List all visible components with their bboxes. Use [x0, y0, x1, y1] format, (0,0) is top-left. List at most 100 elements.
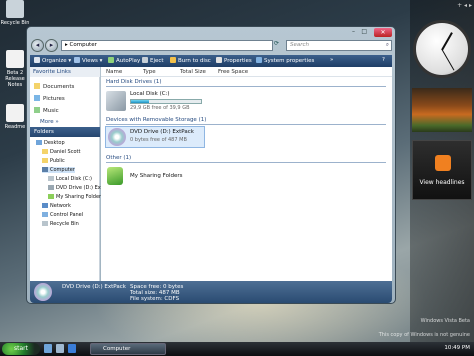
- address-bar[interactable]: ▸ Computer: [61, 40, 273, 51]
- sharing-folder-label[interactable]: My Sharing Folders: [130, 173, 182, 179]
- eject-button[interactable]: Eject: [142, 57, 164, 64]
- properties-button[interactable]: Properties: [216, 57, 252, 64]
- command-bar: Organize ▾ Views ▾ AutoPlay Eject Burn t…: [30, 55, 392, 67]
- sharing-folder-icon: [107, 167, 123, 185]
- tree-item-public[interactable]: Public: [42, 158, 65, 164]
- tree-item-network[interactable]: Network: [42, 203, 71, 209]
- taskbar-item-computer[interactable]: Computer: [90, 343, 166, 355]
- explorer-window: – □ ✕ ◂ ▸ ▸ Computer ⟳ Search ⌕ Organize…: [26, 26, 396, 304]
- tray-clock[interactable]: 10:49 PM: [444, 345, 470, 351]
- search-input[interactable]: Search ⌕: [286, 40, 392, 51]
- more-favorites-link[interactable]: More »: [40, 119, 59, 125]
- dvd-drive-space: 0 bytes free of 487 MB: [130, 137, 187, 143]
- tree-item-control-panel[interactable]: Control Panel: [42, 212, 83, 218]
- local-disk-usage-fill: [131, 100, 149, 103]
- help-button[interactable]: ?: [382, 57, 385, 63]
- tree-item-dvd-drive[interactable]: DVD Drive (D:) Ext: [48, 185, 103, 191]
- details-file-system: File system: CDFS: [130, 296, 180, 302]
- desktop-icon-label: Beta 2 Release Notes: [5, 70, 25, 88]
- watermark-line-1: Windows Vista Beta: [420, 318, 470, 324]
- start-button[interactable]: start: [2, 343, 40, 355]
- group-hard-disk-drives[interactable]: Hard Disk Drives (1): [106, 79, 162, 85]
- desktop-icon-label: Readme: [4, 124, 26, 130]
- folders-header[interactable]: Folders: [30, 127, 100, 137]
- tree-item-recycle-bin[interactable]: Recycle Bin: [42, 221, 79, 227]
- burn-icon: [170, 57, 176, 63]
- documents-icon: [34, 83, 40, 89]
- autoplay-button[interactable]: AutoPlay: [108, 57, 140, 64]
- favorite-music[interactable]: Music: [34, 107, 59, 114]
- address-separator: ▸: [65, 42, 68, 48]
- clock-gadget[interactable]: [413, 20, 471, 78]
- close-button[interactable]: ✕: [374, 28, 392, 37]
- rss-icon: [435, 155, 451, 171]
- favorite-pictures[interactable]: Pictures: [34, 95, 65, 102]
- windows-sidebar: + ◂ ▸ View headlines: [410, 0, 474, 342]
- clock-hour-hand: [441, 32, 453, 51]
- burn-to-disc-button[interactable]: Burn to disc: [170, 57, 211, 64]
- dvd-drive-label: DVD Drive (D:) ExtPack: [130, 129, 194, 135]
- system-properties-icon: [256, 57, 262, 63]
- local-disk-usage-bar: [130, 99, 202, 104]
- properties-icon: [216, 57, 222, 63]
- feed-headlines-gadget[interactable]: View headlines: [412, 140, 472, 200]
- system-properties-button[interactable]: System properties: [256, 57, 314, 64]
- back-button[interactable]: ◂: [31, 39, 44, 52]
- favorite-documents[interactable]: Documents: [34, 83, 74, 90]
- search-placeholder: Search: [290, 42, 310, 48]
- watermark-line-2: This copy of Windows is not genuine: [378, 332, 470, 338]
- taskbar: start Computer 10:49 PM: [0, 342, 474, 356]
- refresh-icon[interactable]: ⟳: [274, 40, 283, 51]
- eject-icon: [142, 57, 148, 63]
- organize-button[interactable]: Organize ▾: [34, 57, 71, 64]
- toolbar-overflow-button[interactable]: »: [330, 57, 333, 63]
- tree-item-user[interactable]: Daniel Scott: [42, 149, 80, 155]
- column-headers: Name Type Total Size Free Space: [101, 68, 392, 77]
- minimize-button[interactable]: –: [352, 28, 355, 36]
- group-divider: [106, 86, 386, 87]
- group-divider: [106, 124, 386, 125]
- music-icon: [34, 107, 40, 113]
- maximize-button[interactable]: □: [361, 28, 367, 36]
- desktop: Recycle Bin Beta 2 Release Notes Readme …: [0, 0, 474, 356]
- group-removable-storage[interactable]: Devices with Removable Storage (1): [106, 117, 206, 123]
- group-other[interactable]: Other (1): [106, 155, 131, 161]
- column-name[interactable]: Name: [106, 69, 122, 75]
- organize-icon: [34, 57, 40, 63]
- column-total-size[interactable]: Total Size: [180, 69, 206, 75]
- desktop-icon-recycle-bin[interactable]: Recycle Bin: [0, 0, 30, 26]
- desktop-icon-label: Recycle Bin: [0, 20, 30, 26]
- local-disk-icon: [106, 91, 126, 111]
- column-type[interactable]: Type: [143, 69, 156, 75]
- dvd-drive-icon: [108, 128, 126, 146]
- details-pane: DVD Drive (D:) ExtPack Space free: 0 byt…: [30, 281, 392, 303]
- address-row: ◂ ▸ ▸ Computer ⟳ Search ⌕: [31, 39, 393, 53]
- navigation-pane: Favorite Links Documents Pictures Music …: [30, 67, 103, 281]
- dvd-drive-icon: [34, 283, 52, 301]
- view-headlines-label: View headlines: [419, 179, 465, 186]
- clock-minute-hand: [441, 49, 455, 71]
- document-icon: [6, 104, 24, 122]
- document-icon: [6, 50, 24, 68]
- tree-item-local-disk[interactable]: Local Disk (C:): [48, 176, 92, 182]
- local-disk-label[interactable]: Local Disk (C:): [130, 91, 170, 97]
- dvd-drive-item[interactable]: DVD Drive (D:) ExtPack 0 bytes free of 4…: [105, 126, 205, 148]
- tree-item-computer[interactable]: Computer: [42, 167, 75, 173]
- pictures-icon: [34, 95, 40, 101]
- tree-item-desktop[interactable]: Desktop: [36, 140, 65, 146]
- show-desktop-icon[interactable]: [44, 344, 52, 353]
- file-list: Name Type Total Size Free Space Hard Dis…: [101, 67, 392, 281]
- tree-item-sharing-folder[interactable]: My Sharing Folder: [48, 194, 101, 200]
- group-divider: [106, 162, 386, 163]
- address-path[interactable]: Computer: [70, 42, 97, 48]
- internet-explorer-icon[interactable]: [68, 344, 76, 353]
- sidebar-controls[interactable]: + ◂ ▸: [457, 2, 472, 9]
- slideshow-gadget[interactable]: [412, 88, 472, 132]
- forward-button[interactable]: ▸: [45, 39, 58, 52]
- search-icon[interactable]: ⌕: [386, 41, 389, 50]
- autoplay-icon: [108, 57, 114, 63]
- views-button[interactable]: Views ▾: [74, 57, 102, 64]
- switch-windows-icon[interactable]: [56, 344, 64, 353]
- column-free-space[interactable]: Free Space: [218, 69, 248, 75]
- recycle-bin-icon: [6, 0, 24, 18]
